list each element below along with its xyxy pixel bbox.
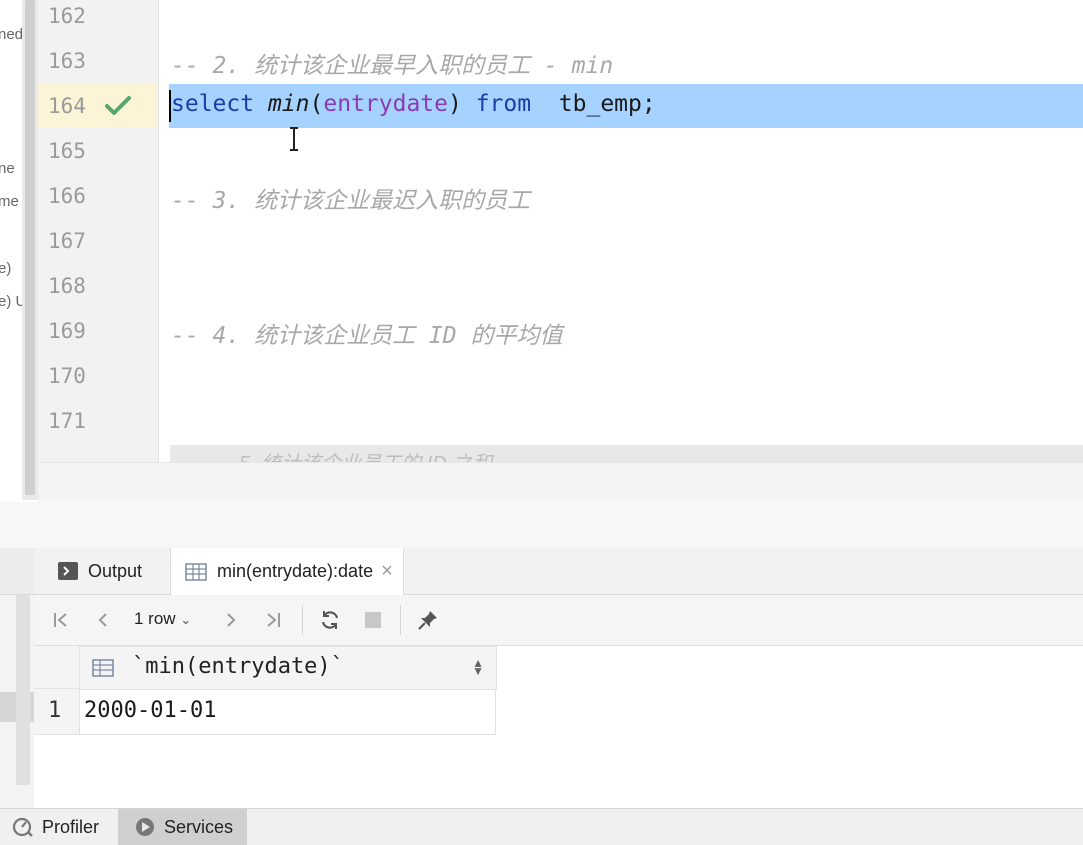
first-page-icon[interactable] <box>50 607 72 633</box>
column-header-label: `min(entrydate)` <box>132 654 344 679</box>
console-icon <box>58 562 78 580</box>
services-icon <box>136 818 154 836</box>
tab-result-min-entrydate[interactable]: min(entrydate):date × <box>170 548 404 595</box>
code-comment-line: -- 4. 统计该企业员工 ID 的平均值 <box>171 323 563 349</box>
left-panel-fragment: me <box>0 193 19 210</box>
line-number: 167 <box>48 229 86 253</box>
code-editor[interactable]: -- 2. 统计该企业最早入职的员工 - min select min(entr… <box>159 0 1083 462</box>
left-panel-clipped: ned ne me e) e) UN <box>0 0 22 500</box>
next-page-icon[interactable] <box>220 607 242 633</box>
line-number: 165 <box>48 139 86 163</box>
result-grid[interactable]: `min(entrydate)` ▲ ▼ 1 2000-01-01 <box>34 646 1083 808</box>
code-comment-line: -- 3. 统计该企业最迟入职的员工 <box>171 188 531 214</box>
column-icon <box>92 659 114 677</box>
tab-label: min(entrydate):date <box>217 561 374 581</box>
column-entrydate: entrydate <box>323 91 448 117</box>
last-page-icon[interactable] <box>262 607 284 633</box>
left-panel-fragment: e) UN <box>0 293 22 310</box>
row-count: 1 row <box>134 609 176 628</box>
left-panel-fragment: ned <box>0 26 22 43</box>
code-line-selected[interactable]: select min(entrydate) from tb_emp; <box>171 91 656 117</box>
panel-divider <box>0 502 1083 549</box>
table-name: tb_emp; <box>558 91 656 117</box>
code-comment-line-partial: -- 5. 统计该企业员工的 ID 之和 <box>220 447 492 462</box>
table-cell[interactable]: 2000-01-01 <box>80 689 496 735</box>
line-number: 163 <box>48 49 86 73</box>
line-number: 164 <box>48 94 86 118</box>
line-number: 166 <box>48 184 86 208</box>
pin-icon[interactable] <box>416 607 440 633</box>
result-toolbar: 1 row ⌄ <box>34 595 1083 646</box>
editor-horizontal-scrollbar[interactable] <box>38 462 1083 504</box>
left-panel-scrollbar[interactable] <box>22 0 38 500</box>
close-icon[interactable]: × <box>381 560 393 583</box>
toolbar-separator <box>302 605 303 635</box>
services-button[interactable]: Services <box>118 809 248 845</box>
line-number: 170 <box>48 364 86 388</box>
chevron-down-icon: ⌄ <box>180 612 192 627</box>
check-icon <box>105 96 131 115</box>
left-panel-fragment: e) <box>0 260 12 277</box>
row-count-selector[interactable]: 1 row ⌄ <box>134 609 191 629</box>
bottom-tool-bar: Profiler Services <box>0 808 1083 845</box>
refresh-icon[interactable] <box>318 607 342 633</box>
code-comment-line: -- 2. 统计该企业最早入职的员工 - min <box>171 53 614 79</box>
tab-label: Output <box>88 560 143 581</box>
left-lower-panel <box>0 595 35 808</box>
prev-page-icon[interactable] <box>92 607 114 633</box>
services-label: Services <box>164 816 234 837</box>
sort-icon[interactable]: ▲ ▼ <box>472 657 484 677</box>
scrollbar-thumb[interactable] <box>25 0 35 495</box>
profiler-label: Profiler <box>42 816 100 837</box>
line-number: 162 <box>48 4 86 28</box>
code-line-partial: -- 5. 统计该企业员工的 ID 之和 <box>170 445 1083 462</box>
tool-window-tabs: Output min(entrydate):date × <box>0 548 1083 595</box>
cell-value: 2000-01-01 <box>84 698 217 723</box>
left-lower-scrollbar[interactable] <box>16 595 30 785</box>
column-header[interactable]: `min(entrydate)` ▲ ▼ <box>79 646 497 690</box>
tab-output[interactable]: Output <box>58 548 142 594</box>
line-gutter: 162 163 164 165 166 167 168 169 170 171 <box>38 0 159 462</box>
table-icon <box>185 562 207 581</box>
toolbar-separator <box>400 605 401 635</box>
text-caret <box>169 90 171 122</box>
tool-window-left-edge <box>0 548 34 594</box>
text-cursor-icon <box>290 127 298 151</box>
keyword-from: from <box>475 91 532 117</box>
paren-close: ) <box>447 91 462 117</box>
line-number: 169 <box>48 319 86 343</box>
keyword-select: select <box>171 91 255 117</box>
row-number-text: 1 <box>48 698 62 723</box>
row-number[interactable]: 1 <box>34 689 80 735</box>
function-min: min <box>267 91 310 117</box>
line-number: 168 <box>48 274 86 298</box>
stop-icon[interactable] <box>362 607 384 633</box>
paren-open: ( <box>309 91 324 117</box>
grid-corner <box>34 646 79 689</box>
profiler-button[interactable]: Profiler <box>12 809 99 845</box>
line-number: 171 <box>48 409 86 433</box>
profiler-icon <box>12 817 33 837</box>
left-panel-fragment: ne <box>0 160 15 177</box>
